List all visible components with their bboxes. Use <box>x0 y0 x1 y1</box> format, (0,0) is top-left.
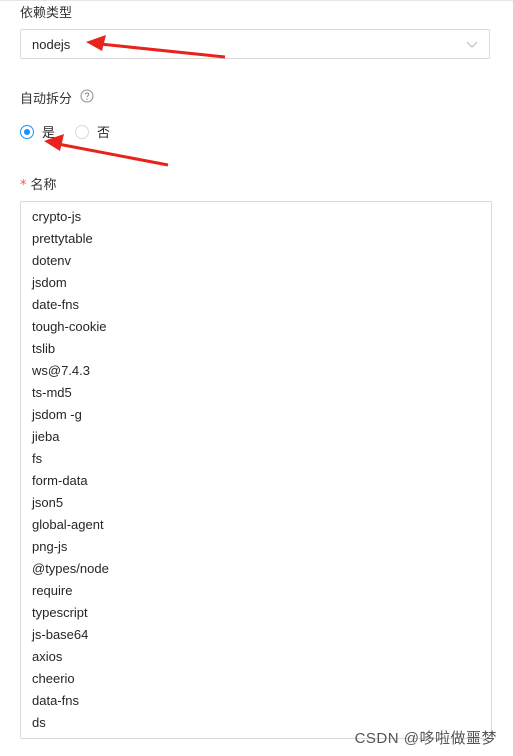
arrow-to-radio-yes <box>44 134 169 167</box>
annotation-arrows <box>44 35 226 167</box>
arrow-to-select <box>86 35 226 59</box>
